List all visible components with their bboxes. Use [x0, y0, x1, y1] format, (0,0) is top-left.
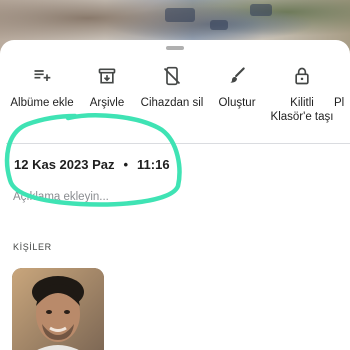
offscreen-action-label: Pl: [334, 97, 345, 109]
locked-folder-label: Kilitli Klasör'e taşı: [262, 96, 342, 124]
locked-folder-label-line2: Klasör'e taşı: [270, 111, 334, 123]
person-face-image: [12, 268, 104, 350]
phone-off-icon: [163, 66, 181, 86]
people-section-title: KİŞİLER: [13, 242, 52, 252]
locked-folder-label-line1: Kilitli: [290, 97, 314, 109]
description-input[interactable]: [13, 188, 213, 206]
offscreen-action-button[interactable]: Pl: [334, 66, 350, 110]
person-avatar[interactable]: [12, 268, 104, 350]
date-time-separator: •: [123, 157, 129, 172]
offscreen-action-icon: [334, 66, 350, 86]
move-to-locked-folder-button[interactable]: Kilitli Klasör'e taşı: [262, 66, 342, 124]
lock-icon: [295, 67, 309, 85]
info-bottom-sheet: Albüme ekle Arşivle Cihazdan sil Oluştur…: [0, 40, 350, 350]
date-text: 12 Kas 2023 Paz: [14, 157, 115, 172]
action-row: Albüme ekle Arşivle Cihazdan sil Oluştur…: [0, 66, 350, 146]
date-time[interactable]: 12 Kas 2023 Paz • 11:16: [14, 157, 170, 172]
archive-icon: [98, 68, 116, 84]
photo-detail: [165, 8, 195, 22]
playlist-add-icon: [34, 70, 51, 81]
sheet-drag-handle[interactable]: [166, 46, 184, 50]
photo-detail: [250, 4, 272, 16]
divider: [6, 143, 350, 144]
brush-icon: [230, 67, 245, 83]
time-text: 11:16: [137, 157, 170, 172]
photo-detail: [210, 20, 228, 30]
